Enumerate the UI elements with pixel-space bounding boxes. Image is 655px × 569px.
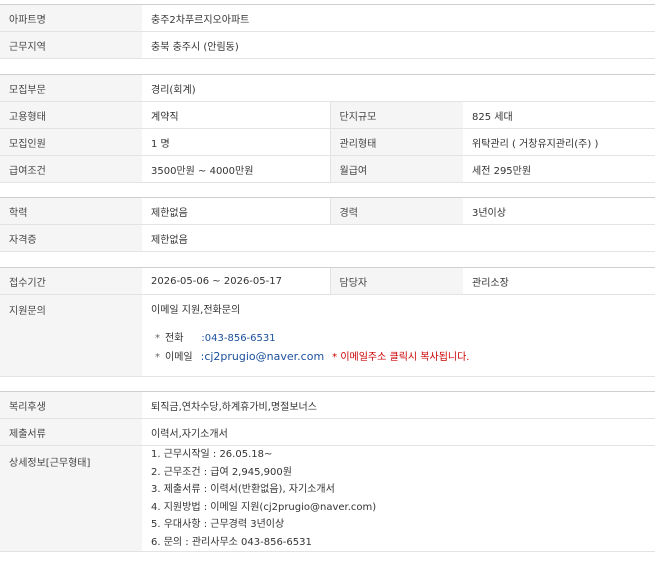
bullet-icon: * bbox=[155, 333, 160, 344]
certificate-label: 자격증 bbox=[0, 224, 142, 252]
phone-label: 전화 bbox=[165, 333, 184, 344]
field-value: 경리(회계) bbox=[142, 74, 655, 102]
headcount-value: 1 명 bbox=[142, 128, 330, 156]
inquiry-label: 지원문의 bbox=[0, 294, 142, 377]
salary-value: 3500만원 ~ 4000만원 bbox=[142, 155, 330, 183]
copy-notice: * 이메일주소 클릭시 복사됩니다. bbox=[332, 352, 470, 363]
documents-value: 이력서,자기소개서 bbox=[142, 418, 655, 446]
contact-list: * 전화 :043-856-6531 * 이메일 :cj2prugio@naver.co… bbox=[151, 330, 655, 366]
bullet-icon: * bbox=[155, 352, 160, 363]
table-row: 학력 제한없음 경력 3년이상 bbox=[0, 197, 655, 225]
table-row: 접수기간 2026-05-06 ~ 2026-05-17 담당자 관리소장 bbox=[0, 267, 655, 295]
list-item: 2. 근무조건 : 급여 2,945,900원 bbox=[151, 466, 292, 478]
inquiry-method: 이메일 지원,전화문의 bbox=[151, 305, 241, 316]
complex-size-label: 단지규모 bbox=[329, 101, 463, 129]
contact-person-value: 관리소장 bbox=[463, 267, 655, 295]
table-row: 제출서류 이력서,자기소개서 bbox=[0, 418, 655, 446]
list-item: 4. 지원방법 : 이메일 지원(cj2prugio@naver.com) bbox=[151, 501, 377, 513]
job-posting-detail: 아파트명 충주2차푸르지오아파트 근무지역 충북 충주시 (안림동) 모집부문 … bbox=[0, 4, 655, 552]
detail-info-label: 상세정보[근무형태] bbox=[0, 445, 142, 552]
email-link[interactable]: :cj2prugio@naver.com bbox=[201, 350, 325, 363]
table-row: 근무지역 충북 충주시 (안림동) bbox=[0, 31, 655, 59]
apartment-name-label: 아파트명 bbox=[0, 4, 142, 32]
headcount-label: 모집인원 bbox=[0, 128, 142, 156]
email-row: * 이메일 :cj2prugio@naver.com * 이메일주소 클릭시 복사됩니… bbox=[155, 348, 655, 366]
complex-size-value: 825 세대 bbox=[463, 101, 655, 129]
application-period-value: 2026-05-06 ~ 2026-05-17 bbox=[142, 267, 330, 295]
list-item: 6. 문의 : 관리사무소 043-856-6531 bbox=[151, 536, 312, 548]
detail-info-list: 1. 근무시작일 : 26.05.18~ 2. 근무조건 : 급여 2,945,… bbox=[142, 445, 655, 552]
career-label: 경력 bbox=[329, 197, 463, 225]
table-row: 고용형태 계약직 단지규모 825 세대 bbox=[0, 101, 655, 129]
list-item: 3. 제출서류 : 이력서(반환없음), 자기소개서 bbox=[151, 484, 335, 495]
table-row: 급여조건 3500만원 ~ 4000만원 월급여 세전 295만원 bbox=[0, 155, 655, 183]
phone-number[interactable]: :043-856-6531 bbox=[201, 333, 275, 344]
email-label: 이메일 bbox=[165, 352, 193, 363]
list-item: 1. 근무시작일 : 26.05.18~ bbox=[151, 449, 273, 460]
apartment-name-value: 충주2차푸르지오아파트 bbox=[142, 4, 655, 32]
inquiry-cell: 이메일 지원,전화문의 * 전화 :043-856-6531 * 이메일 :cj2pru… bbox=[142, 294, 655, 377]
welfare-value: 퇴직금,연차수당,하계휴가비,명절보너스 bbox=[142, 391, 655, 419]
table-row: 자격증 제한없음 bbox=[0, 224, 655, 252]
work-location-label: 근무지역 bbox=[0, 31, 142, 59]
qualification-table: 학력 제한없음 경력 3년이상 자격증 제한없음 bbox=[0, 197, 655, 252]
education-label: 학력 bbox=[0, 197, 142, 225]
education-value: 제한없음 bbox=[142, 197, 330, 225]
employment-type-value: 계약직 bbox=[142, 101, 330, 129]
documents-label: 제출서류 bbox=[0, 418, 142, 446]
table-row: 모집부문 경리(회계) bbox=[0, 74, 655, 102]
list-item: 5. 우대사항 : 근무경력 3년이상 bbox=[151, 519, 285, 530]
career-value: 3년이상 bbox=[463, 197, 655, 225]
monthly-salary-value: 세전 295만원 bbox=[463, 155, 655, 183]
contact-person-label: 담당자 bbox=[329, 267, 463, 295]
apartment-info-table: 아파트명 충주2차푸르지오아파트 근무지역 충북 충주시 (안림동) bbox=[0, 4, 655, 59]
table-row: 모집인원 1 명 관리형태 위탁관리 ( 거창유지관리(주) ) bbox=[0, 128, 655, 156]
welfare-detail-table: 복리후생 퇴직금,연차수당,하계휴가비,명절보너스 제출서류 이력서,자기소개서… bbox=[0, 391, 655, 552]
management-type-label: 관리형태 bbox=[329, 128, 463, 156]
welfare-label: 복리후생 bbox=[0, 391, 142, 419]
table-row: 지원문의 이메일 지원,전화문의 * 전화 :043-856-6531 * 이메일 :c… bbox=[0, 294, 655, 377]
recruitment-table: 모집부문 경리(회계) 고용형태 계약직 단지규모 825 세대 모집인원 1 … bbox=[0, 74, 655, 183]
management-type-value: 위탁관리 ( 거창유지관리(주) ) bbox=[463, 128, 655, 156]
table-row: 복리후생 퇴직금,연차수당,하계휴가비,명절보너스 bbox=[0, 391, 655, 419]
field-label: 모집부문 bbox=[0, 74, 142, 102]
table-row: 아파트명 충주2차푸르지오아파트 bbox=[0, 4, 655, 32]
phone-row: * 전화 :043-856-6531 bbox=[155, 330, 655, 348]
salary-label: 급여조건 bbox=[0, 155, 142, 183]
application-table: 접수기간 2026-05-06 ~ 2026-05-17 담당자 관리소장 지원… bbox=[0, 267, 655, 377]
table-row: 상세정보[근무형태] 1. 근무시작일 : 26.05.18~ 2. 근무조건 … bbox=[0, 445, 655, 552]
monthly-salary-label: 월급여 bbox=[329, 155, 463, 183]
work-location-value: 충북 충주시 (안림동) bbox=[142, 31, 655, 59]
application-period-label: 접수기간 bbox=[0, 267, 142, 295]
certificate-value: 제한없음 bbox=[142, 224, 655, 252]
employment-type-label: 고용형태 bbox=[0, 101, 142, 129]
